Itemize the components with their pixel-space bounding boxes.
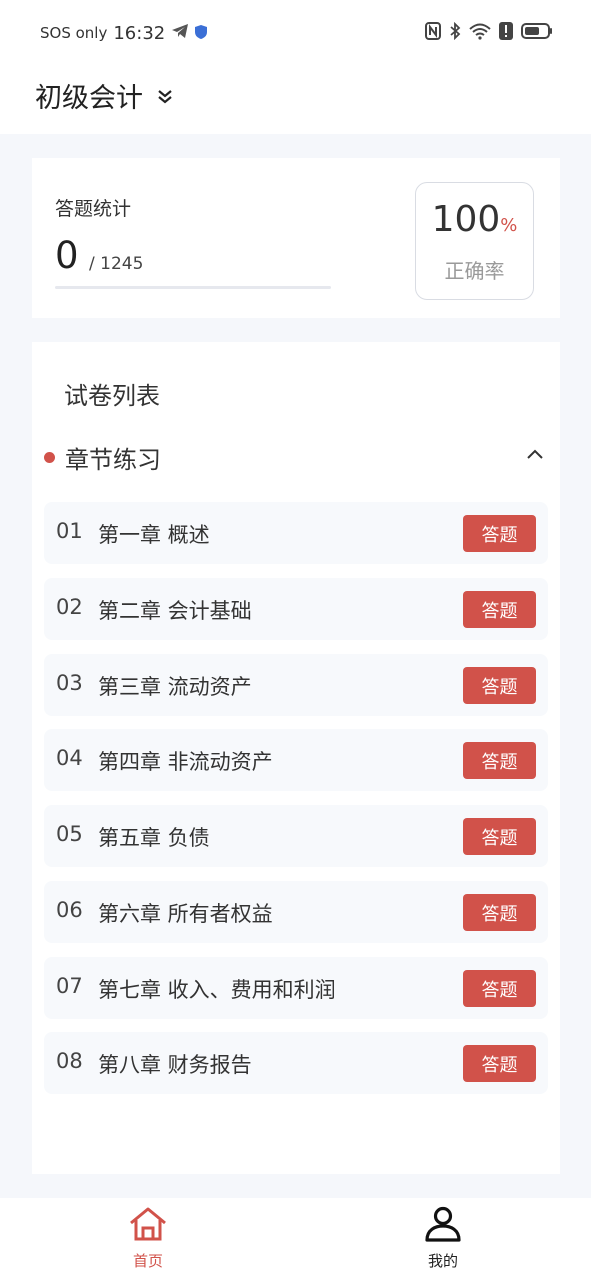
chapter-number: 05 <box>56 822 83 846</box>
answer-button[interactable]: 答题 <box>463 515 536 552</box>
answer-button[interactable]: 答题 <box>463 667 536 704</box>
stats-progress-bar <box>55 286 331 289</box>
accuracy-label: 正确率 <box>444 259 505 283</box>
app-header: 初级会计 <box>0 66 591 134</box>
home-icon <box>88 1206 208 1246</box>
chapter-row[interactable]: 08 第八章 财务报告 答题 <box>44 1032 548 1094</box>
chapter-row[interactable]: 05 第五章 负债 答题 <box>44 805 548 867</box>
chapter-number: 01 <box>56 519 83 543</box>
chapter-name: 第四章 非流动资产 <box>98 750 273 774</box>
double-chevron-down-icon <box>157 80 173 111</box>
accuracy-value: 100 <box>431 199 501 240</box>
tab-mine[interactable]: 我的 <box>383 1206 503 1272</box>
person-icon <box>383 1206 503 1246</box>
telegram-icon <box>171 23 189 43</box>
chapter-number: 07 <box>56 974 83 998</box>
section-title: 章节练习 <box>65 445 161 474</box>
course-title: 初级会计 <box>35 83 143 114</box>
bottom-tab-bar: 首页 我的 <box>0 1198 591 1280</box>
chapter-row[interactable]: 03 第三章 流动资产 答题 <box>44 654 548 716</box>
bluetooth-icon <box>449 21 461 44</box>
chapter-name: 第一章 概述 <box>98 523 210 547</box>
chapter-number: 08 <box>56 1049 83 1073</box>
chevron-up-icon[interactable] <box>526 446 544 468</box>
chapter-name: 第八章 财务报告 <box>98 1053 252 1077</box>
answer-button[interactable]: 答题 <box>463 818 536 855</box>
chapter-row[interactable]: 04 第四章 非流动资产 答题 <box>44 729 548 791</box>
stats-label: 答题统计 <box>55 198 132 220</box>
status-time: 16:32 <box>113 22 166 44</box>
wifi-icon <box>469 22 491 44</box>
answer-button[interactable]: 答题 <box>463 591 536 628</box>
accuracy-box: 100% 正确率 <box>415 182 534 300</box>
carrier-text: SOS only <box>40 24 108 42</box>
chapter-row[interactable]: 07 第七章 收入、费用和利润 答题 <box>44 957 548 1019</box>
chapter-row[interactable]: 01 第一章 概述 答题 <box>44 502 548 564</box>
section-dot <box>44 451 55 463</box>
answer-button[interactable]: 答题 <box>463 970 536 1007</box>
answer-button[interactable]: 答题 <box>463 894 536 931</box>
chapter-name: 第二章 会计基础 <box>98 599 252 623</box>
battery-icon <box>521 22 553 44</box>
alert-icon <box>499 22 513 44</box>
chapter-number: 02 <box>56 595 83 619</box>
chapter-row[interactable]: 06 第六章 所有者权益 答题 <box>44 881 548 943</box>
chapter-practice-section[interactable]: 章节练习 <box>44 440 544 474</box>
status-bar: SOS only 16:32 <box>0 0 591 66</box>
chapter-number: 03 <box>56 671 83 695</box>
course-selector[interactable]: 初级会计 <box>35 76 173 115</box>
answered-count: 0 <box>55 234 79 277</box>
tab-home-label: 首页 <box>132 1252 163 1270</box>
shield-icon <box>195 24 208 43</box>
chapter-name: 第六章 所有者权益 <box>98 902 273 926</box>
chapter-name: 第七章 收入、费用和利润 <box>98 978 336 1002</box>
chapter-row[interactable]: 02 第二章 会计基础 答题 <box>44 578 548 640</box>
tab-home[interactable]: 首页 <box>88 1206 208 1272</box>
chapter-number: 04 <box>56 746 83 770</box>
nfc-icon <box>425 22 441 44</box>
total-count: / 1245 <box>89 254 144 274</box>
accuracy-unit: % <box>500 215 518 236</box>
paper-list-card: 试卷列表 章节练习 01 第一章 概述 答题 02 第二章 会计基础 答题 03… <box>32 342 560 1174</box>
tab-mine-label: 我的 <box>427 1252 458 1270</box>
stats-card: 答题统计 0 / 1245 100% 正确率 <box>32 158 560 318</box>
answer-button[interactable]: 答题 <box>463 1045 536 1082</box>
chapter-name: 第五章 负债 <box>98 826 210 850</box>
chapter-name: 第三章 流动资产 <box>98 675 252 699</box>
paper-list-title: 试卷列表 <box>64 382 160 410</box>
chapter-number: 06 <box>56 898 83 922</box>
answer-button[interactable]: 答题 <box>463 742 536 779</box>
